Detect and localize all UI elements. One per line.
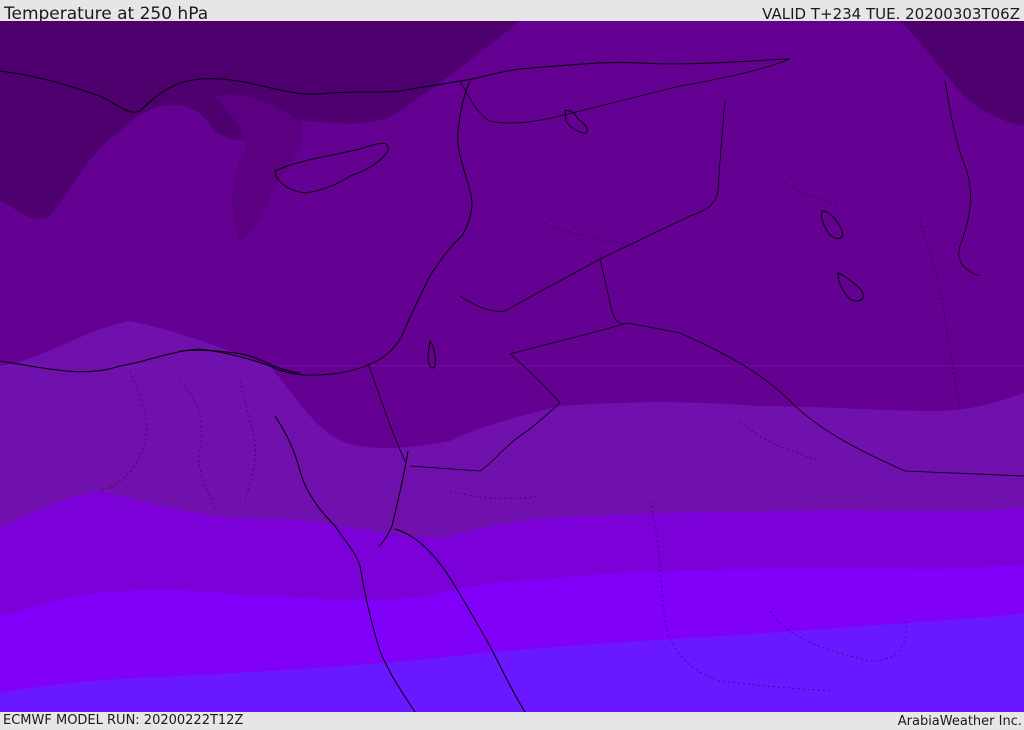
temperature-map[interactable] [0, 21, 1024, 712]
map-header: Temperature at 250 hPa VALID T+234 TUE. … [0, 0, 1024, 24]
brand-label: ArabiaWeather Inc. [897, 714, 1022, 729]
map-footer: ECMWF MODEL RUN: 20200222T12Z ArabiaWeat… [0, 712, 1024, 729]
model-run-label: ECMWF MODEL RUN: 20200222T12Z [3, 713, 244, 728]
